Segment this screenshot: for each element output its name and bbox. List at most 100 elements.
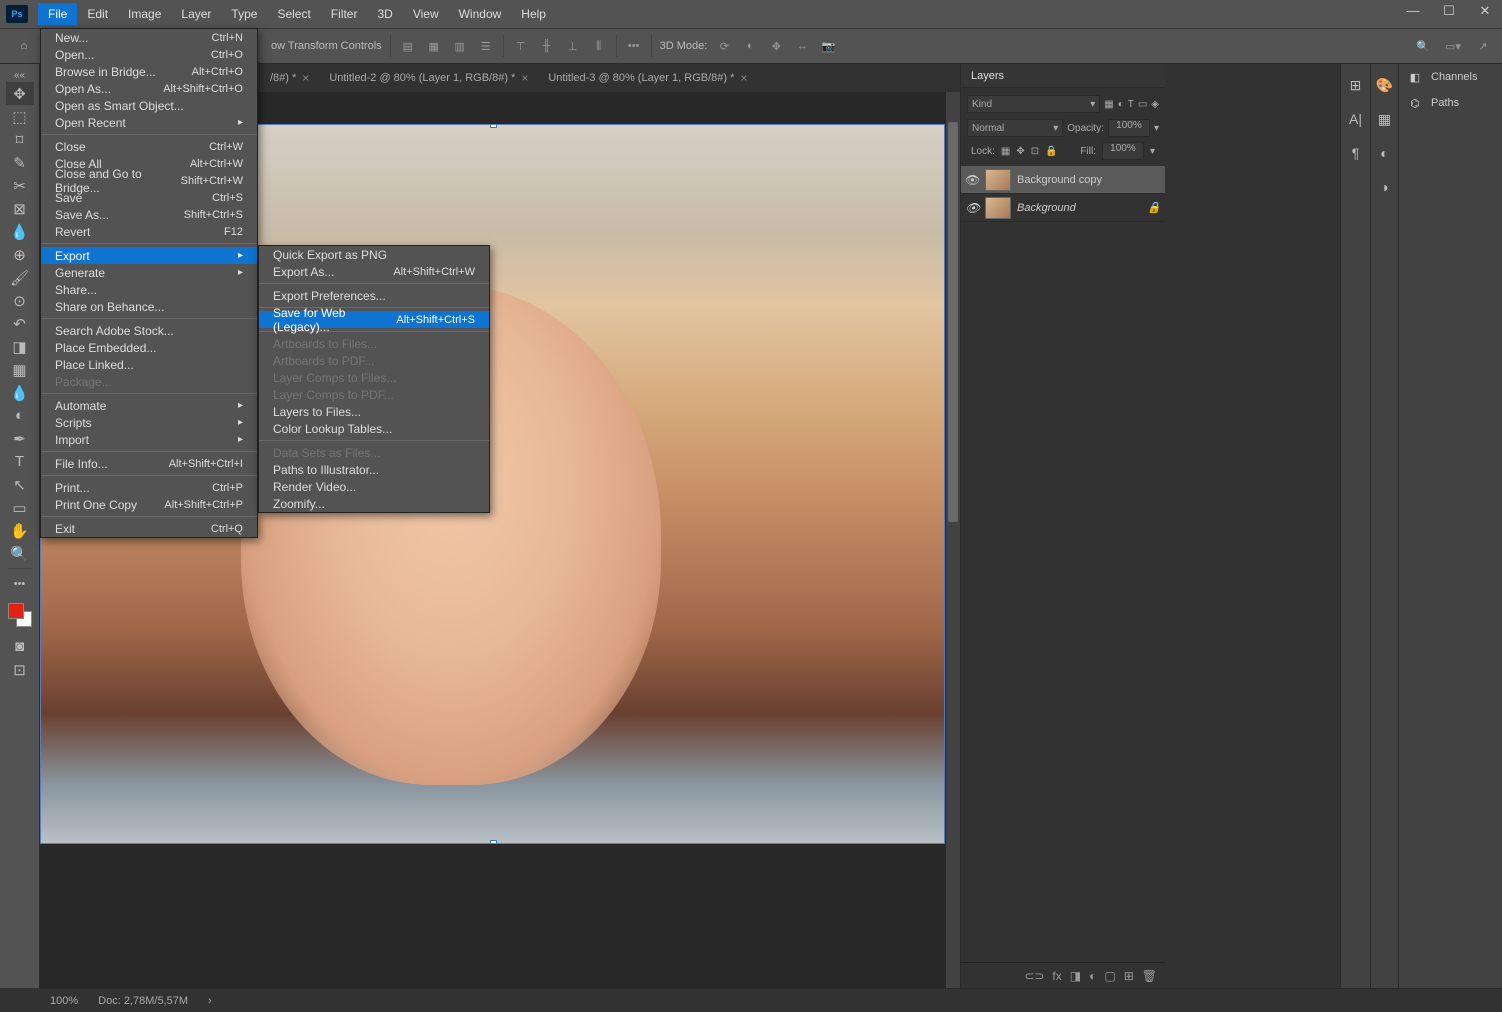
- move-tool[interactable]: ✥: [6, 82, 34, 105]
- styles-icon[interactable]: ◑: [1374, 176, 1396, 198]
- menu-item-place-embedded[interactable]: Place Embedded...: [41, 339, 257, 356]
- menu-item-color-lookup-tables[interactable]: Color Lookup Tables...: [259, 420, 489, 437]
- link-layers-icon[interactable]: ⊂⊃: [1024, 969, 1044, 983]
- menu-item-scripts[interactable]: Scripts▸: [41, 414, 257, 431]
- more-options-icon[interactable]: •••: [625, 37, 643, 55]
- search-icon[interactable]: 🔍: [1414, 37, 1432, 55]
- vertical-scrollbar[interactable]: [946, 92, 960, 988]
- align-top-edges-icon[interactable]: ⊤: [512, 37, 530, 55]
- lock-pixels-icon[interactable]: ▦: [1001, 146, 1010, 157]
- transform-handle[interactable]: [490, 124, 497, 128]
- channels-tab[interactable]: ◧ Channels: [1399, 64, 1502, 90]
- workspace-icon[interactable]: ▭▾: [1444, 37, 1462, 55]
- adjustment-layer-icon[interactable]: ◐: [1089, 969, 1096, 983]
- layer-thumbnail[interactable]: [985, 169, 1011, 191]
- menu-item-open-recent[interactable]: Open Recent▸: [41, 114, 257, 131]
- align-horizontal-centers-icon[interactable]: ▦: [425, 37, 443, 55]
- frame-tool[interactable]: ⊠: [6, 197, 34, 220]
- layer-row[interactable]: 👁 Background copy: [961, 166, 1165, 194]
- menu-item-generate[interactable]: Generate▸: [41, 264, 257, 281]
- marquee-tool[interactable]: ⬚: [6, 105, 34, 128]
- align-left-edges-icon[interactable]: ▤: [399, 37, 417, 55]
- layers-tab[interactable]: Layers: [961, 64, 1165, 88]
- 3d-slide-icon[interactable]: ↔: [793, 37, 811, 55]
- menu-item-close-and-go-to-bridge[interactable]: Close and Go to Bridge...Shift+Ctrl+W: [41, 172, 257, 189]
- menu-item-save[interactable]: SaveCtrl+S: [41, 189, 257, 206]
- menu-item-search-adobe-stock[interactable]: Search Adobe Stock...: [41, 322, 257, 339]
- chevron-down-icon[interactable]: ▾: [1154, 123, 1159, 134]
- menu-type[interactable]: Type: [221, 3, 267, 25]
- color-icon[interactable]: 🎨: [1374, 74, 1396, 96]
- document-info[interactable]: Doc: 2,78M/5,57M: [98, 995, 188, 1007]
- transform-handle[interactable]: [490, 840, 497, 844]
- layer-row[interactable]: 👁 Background 🔒: [961, 194, 1165, 222]
- menu-item-share-on-behance[interactable]: Share on Behance...: [41, 298, 257, 315]
- new-layer-icon[interactable]: ⊞: [1124, 969, 1134, 983]
- document-tab[interactable]: Untitled-2 @ 80% (Layer 1, RGB/8#) *×: [319, 65, 538, 92]
- crop-tool[interactable]: ✂: [6, 174, 34, 197]
- menu-item-export-as[interactable]: Export As...Alt+Shift+Ctrl+W: [259, 263, 489, 280]
- menu-item-close[interactable]: CloseCtrl+W: [41, 138, 257, 155]
- menu-item-new[interactable]: New...Ctrl+N: [41, 29, 257, 46]
- eraser-tool[interactable]: ◨: [6, 335, 34, 358]
- gradient-tool[interactable]: ▦: [6, 358, 34, 381]
- healing-tool[interactable]: ⊕: [6, 243, 34, 266]
- close-tab-icon[interactable]: ×: [302, 71, 309, 85]
- kind-filter[interactable]: Kind▾: [967, 95, 1100, 113]
- paths-tab[interactable]: ⌬ Paths: [1399, 90, 1502, 116]
- menu-item-render-video[interactable]: Render Video...: [259, 478, 489, 495]
- shape-filter-icon[interactable]: ▭: [1138, 99, 1147, 110]
- chevron-down-icon[interactable]: ▾: [1150, 146, 1155, 157]
- layer-mask-icon[interactable]: ◨: [1070, 969, 1081, 983]
- menu-item-open-as[interactable]: Open As...Alt+Shift+Ctrl+O: [41, 80, 257, 97]
- type-filter-icon[interactable]: T: [1128, 99, 1134, 110]
- share-icon[interactable]: ↗: [1474, 37, 1492, 55]
- zoom-tool[interactable]: 🔍: [6, 542, 34, 565]
- maximize-button[interactable]: ☐: [1442, 4, 1456, 18]
- menu-item-open[interactable]: Open...Ctrl+O: [41, 46, 257, 63]
- menu-item-import[interactable]: Import▸: [41, 431, 257, 448]
- adjustments-icon[interactable]: ◐: [1374, 142, 1396, 164]
- chevron-right-icon[interactable]: ›: [208, 995, 212, 1007]
- history-brush-tool[interactable]: ↶: [6, 312, 34, 335]
- menu-item-print-one-copy[interactable]: Print One CopyAlt+Shift+Ctrl+P: [41, 496, 257, 513]
- document-tab[interactable]: Untitled-3 @ 80% (Layer 1, RGB/8#) *×: [538, 65, 757, 92]
- menu-item-save-as[interactable]: Save As...Shift+Ctrl+S: [41, 206, 257, 223]
- 3d-camera-icon[interactable]: 📷: [819, 37, 837, 55]
- menu-item-exit[interactable]: ExitCtrl+Q: [41, 520, 257, 537]
- paragraph-icon[interactable]: ¶: [1345, 142, 1367, 164]
- character-icon[interactable]: A|: [1345, 108, 1367, 130]
- menu-window[interactable]: Window: [449, 3, 512, 25]
- menu-3d[interactable]: 3D: [367, 3, 402, 25]
- menu-item-share[interactable]: Share...: [41, 281, 257, 298]
- close-tab-icon[interactable]: ×: [521, 71, 528, 85]
- distribute-icon[interactable]: ⫼: [590, 37, 608, 55]
- menu-item-automate[interactable]: Automate▸: [41, 397, 257, 414]
- layer-name[interactable]: Background copy: [1017, 174, 1102, 186]
- lasso-tool[interactable]: ⌑: [6, 128, 34, 151]
- screen-mode-icon[interactable]: ⊡: [6, 658, 34, 681]
- menu-item-open-as-smart-object[interactable]: Open as Smart Object...: [41, 97, 257, 114]
- menu-edit[interactable]: Edit: [77, 3, 118, 25]
- align-right-edges-icon[interactable]: ▥: [451, 37, 469, 55]
- pen-tool[interactable]: ✒: [6, 427, 34, 450]
- menu-view[interactable]: View: [403, 3, 449, 25]
- document-tab[interactable]: /8#) *×: [260, 65, 319, 92]
- tab-handle-icon[interactable]: ««: [6, 68, 34, 82]
- dodge-tool[interactable]: ◐: [6, 404, 34, 427]
- menu-layer[interactable]: Layer: [171, 3, 221, 25]
- blend-mode-select[interactable]: Normal▾: [967, 119, 1063, 137]
- 3d-roll-icon[interactable]: ◐: [741, 37, 759, 55]
- menu-item-zoomify[interactable]: Zoomify...: [259, 495, 489, 512]
- group-icon[interactable]: ▢: [1104, 969, 1115, 983]
- blur-tool[interactable]: 💧: [6, 381, 34, 404]
- color-swatches[interactable]: [8, 603, 32, 627]
- clone-tool[interactable]: ⊙: [6, 289, 34, 312]
- menu-filter[interactable]: Filter: [321, 3, 368, 25]
- menu-item-layers-to-files[interactable]: Layers to Files...: [259, 403, 489, 420]
- hand-tool[interactable]: ✋: [6, 519, 34, 542]
- menu-item-file-info[interactable]: File Info...Alt+Shift+Ctrl+I: [41, 455, 257, 472]
- layer-name[interactable]: Background: [1017, 202, 1076, 214]
- menu-item-print[interactable]: Print...Ctrl+P: [41, 479, 257, 496]
- adjustment-filter-icon[interactable]: ◐: [1118, 99, 1124, 110]
